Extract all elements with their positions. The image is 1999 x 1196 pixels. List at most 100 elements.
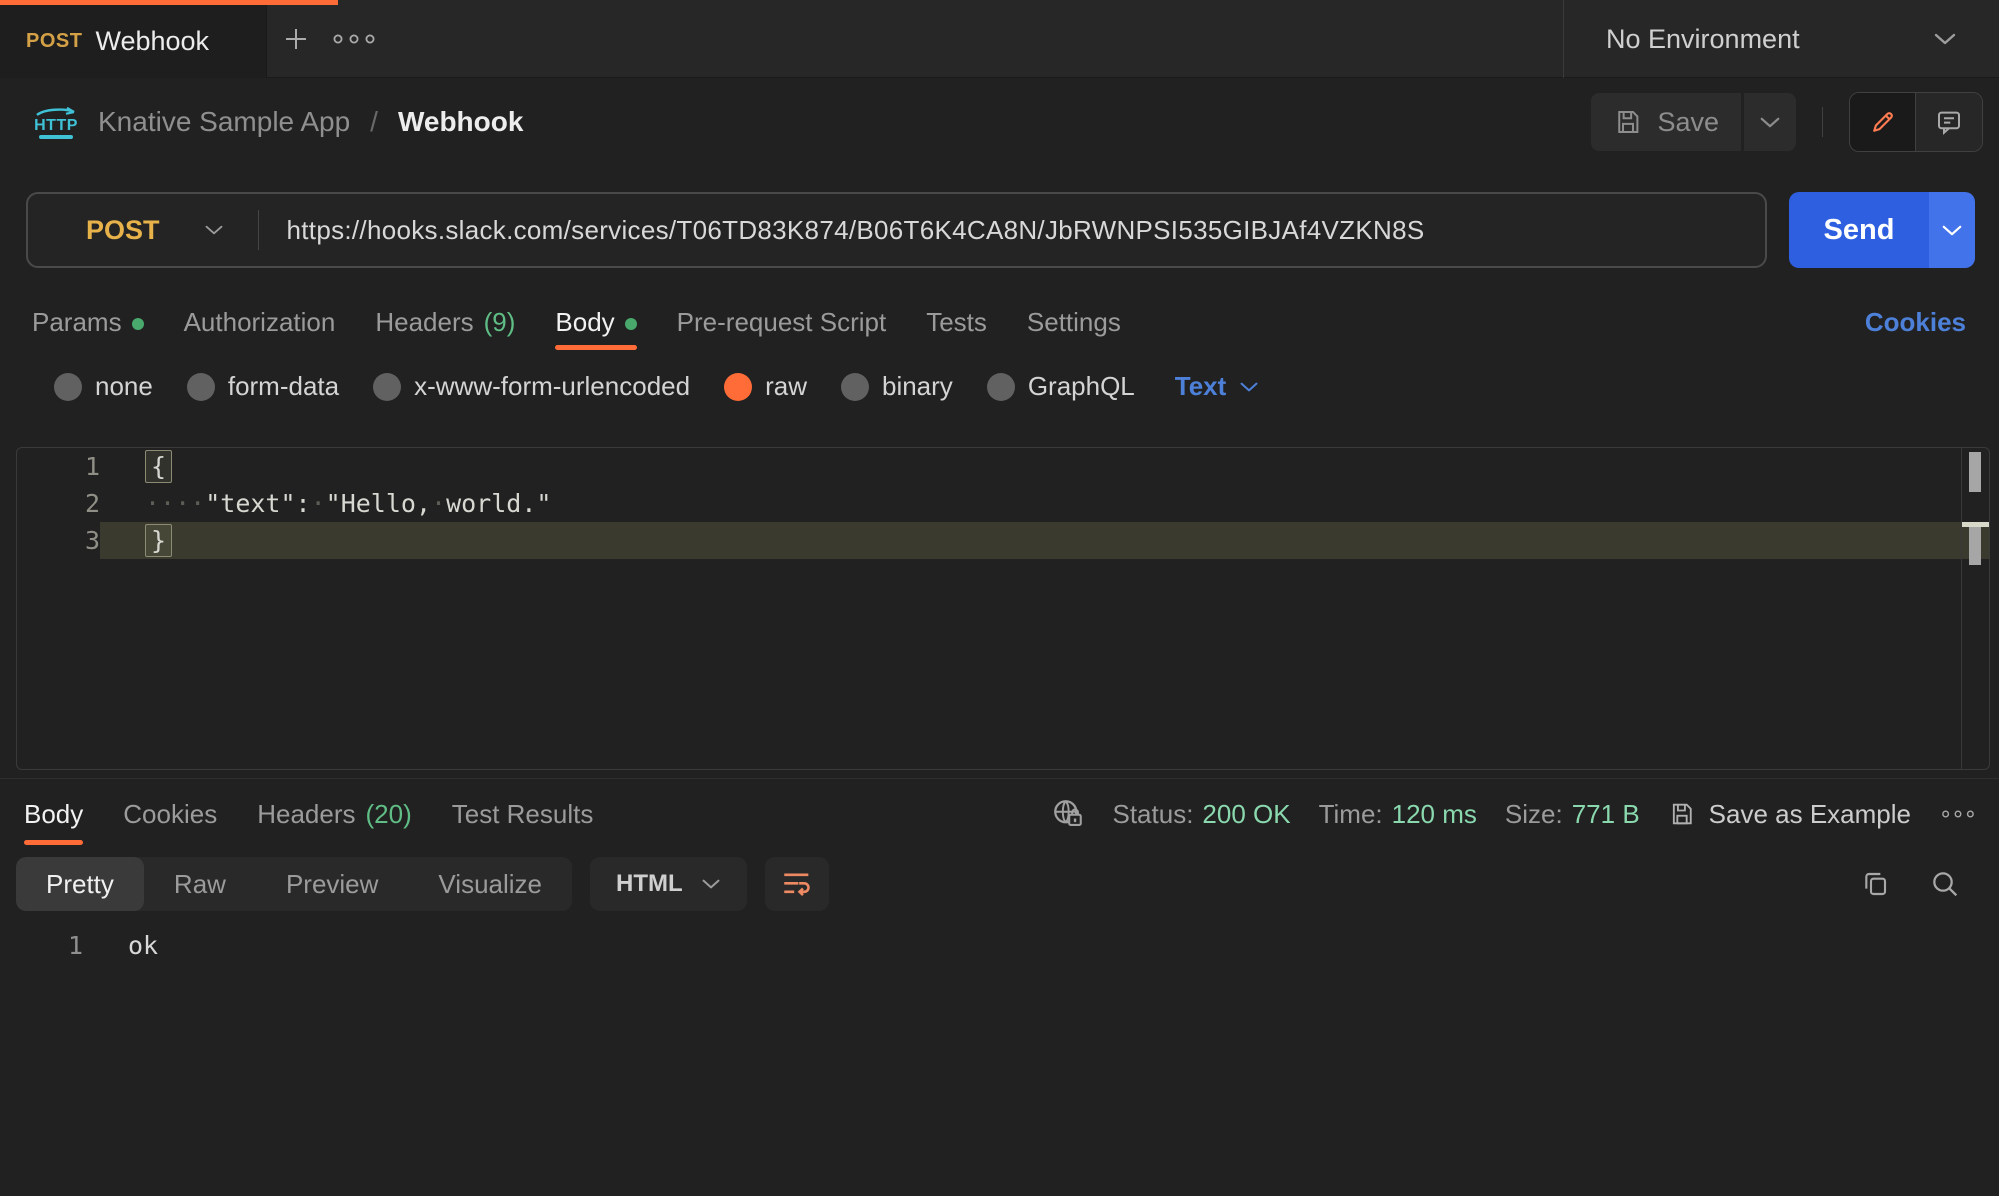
url-input[interactable]: https://hooks.slack.com/services/T06TD83… <box>259 215 1425 246</box>
editor-line: 2 "text":"Hello,world." <box>17 485 1989 522</box>
raw-language-selector[interactable]: Text <box>1175 371 1260 402</box>
save-as-example-button[interactable]: Save as Example <box>1668 799 1911 830</box>
tab-settings[interactable]: Settings <box>1027 295 1121 350</box>
cookies-link[interactable]: Cookies <box>1865 295 1966 350</box>
save-split-button: Save <box>1591 93 1796 151</box>
tab-authorization[interactable]: Authorization <box>184 295 336 350</box>
wrap-text-icon <box>780 867 814 901</box>
search-icon[interactable] <box>1929 868 1961 900</box>
edit-documentation-button[interactable] <box>1850 93 1916 151</box>
response-options-button[interactable] <box>1935 809 1981 819</box>
method-selector[interactable]: POST <box>28 215 258 246</box>
pencil-icon <box>1868 107 1898 137</box>
params-active-dot <box>132 318 144 330</box>
tab-authorization-label: Authorization <box>184 307 336 338</box>
line-number: 1 <box>17 448 100 485</box>
breadcrumb-collection[interactable]: Knative Sample App <box>98 106 350 138</box>
size-label: Size: <box>1505 799 1563 830</box>
request-body-editor[interactable]: 1 { 2 "text":"Hello,world." 3 } <box>16 447 1990 770</box>
view-pretty[interactable]: Pretty <box>16 857 144 911</box>
more-icon <box>332 33 376 45</box>
response-tab-cookies[interactable]: Cookies <box>123 779 217 849</box>
tab-body-label: Body <box>555 307 614 338</box>
view-preview[interactable]: Preview <box>256 857 408 911</box>
send-split-button: Send <box>1789 192 1975 268</box>
response-tab-headers[interactable]: Headers (20) <box>257 779 412 849</box>
view-preview-label: Preview <box>286 869 378 900</box>
view-pretty-label: Pretty <box>46 869 114 900</box>
tab-headers[interactable]: Headers (9) <box>375 295 515 350</box>
chevron-down-icon <box>1239 381 1259 393</box>
tab-pre-request-script[interactable]: Pre-request Script <box>677 295 887 350</box>
save-options-button[interactable] <box>1744 93 1796 151</box>
tab-options-button[interactable] <box>326 0 382 78</box>
response-tab-test-results[interactable]: Test Results <box>452 779 594 849</box>
mode-binary[interactable]: binary <box>841 371 953 402</box>
save-icon <box>1613 107 1643 137</box>
code-line: "text":"Hello,world." <box>100 485 1989 522</box>
pane-toggle-group <box>1849 92 1983 152</box>
radio-icon <box>187 373 215 401</box>
radio-icon <box>987 373 1015 401</box>
response-format-selector[interactable]: HTML <box>590 857 747 911</box>
code-line: } <box>100 522 1989 559</box>
send-button[interactable]: Send <box>1789 192 1929 268</box>
request-tab[interactable]: POST Webhook <box>0 0 267 78</box>
comment-icon <box>1934 107 1964 137</box>
mode-graphql[interactable]: GraphQL <box>987 371 1135 402</box>
response-tab-body-label: Body <box>24 799 83 830</box>
request-url-row: POST https://hooks.slack.com/services/T0… <box>26 192 1975 268</box>
new-tab-button[interactable] <box>268 0 324 78</box>
response-line-text: ok <box>83 927 158 965</box>
response-line: 1 ok <box>0 927 1999 965</box>
time-label: Time: <box>1319 799 1383 830</box>
tab-body[interactable]: Body <box>555 295 636 350</box>
line-number: 3 <box>17 522 100 559</box>
size-value[interactable]: 771 B <box>1572 799 1640 830</box>
send-options-button[interactable] <box>1929 192 1975 268</box>
view-visualize[interactable]: Visualize <box>408 857 572 911</box>
mode-raw-label: raw <box>765 371 807 402</box>
response-pane: Body Cookies Headers (20) Test Results S… <box>0 778 1999 1196</box>
mode-none[interactable]: none <box>54 371 153 402</box>
editor-scrollbar[interactable] <box>1961 448 1989 769</box>
wrap-lines-button[interactable] <box>765 857 829 911</box>
plus-icon <box>281 24 311 54</box>
tab-method-label: POST <box>26 30 82 53</box>
raw-language-label: Text <box>1175 371 1227 402</box>
tab-title: Webhook <box>95 26 209 57</box>
time-value[interactable]: 120 ms <box>1392 799 1477 830</box>
status-badge[interactable]: 200 OK <box>1202 799 1290 830</box>
response-header: Body Cookies Headers (20) Test Results S… <box>0 779 1999 849</box>
response-tab-body[interactable]: Body <box>24 779 83 849</box>
copy-icon[interactable] <box>1859 868 1891 900</box>
scrollbar-thumb[interactable] <box>1969 527 1981 565</box>
save-button[interactable]: Save <box>1591 93 1741 151</box>
radio-icon <box>373 373 401 401</box>
tab-tests[interactable]: Tests <box>926 295 987 350</box>
response-body[interactable]: 1 ok <box>0 927 1999 965</box>
mode-x-www-form-urlencoded[interactable]: x-www-form-urlencoded <box>373 371 690 402</box>
http-request-icon: HTTP <box>34 106 78 139</box>
response-tab-cookies-label: Cookies <box>123 799 217 830</box>
breadcrumb-separator: / <box>370 106 378 138</box>
tab-strip: POST Webhook No Environment <box>0 0 1999 78</box>
mode-binary-label: binary <box>882 371 953 402</box>
code-value: world." <box>446 489 551 518</box>
comments-button[interactable] <box>1916 93 1982 151</box>
mode-form-data[interactable]: form-data <box>187 371 339 402</box>
time-pair: Time: 120 ms <box>1319 799 1477 830</box>
line-number: 2 <box>17 485 100 522</box>
network-info-icon[interactable] <box>1050 796 1086 832</box>
code-line: { <box>100 448 1989 485</box>
response-tab-test-results-label: Test Results <box>452 799 594 830</box>
body-mode-row: none form-data x-www-form-urlencoded raw… <box>0 358 1999 415</box>
tab-params[interactable]: Params <box>32 295 144 350</box>
breadcrumb-request-name[interactable]: Webhook <box>398 106 523 138</box>
view-raw[interactable]: Raw <box>144 857 256 911</box>
mode-raw[interactable]: raw <box>724 371 807 402</box>
scrollbar-thumb[interactable] <box>1969 452 1981 492</box>
environment-selector[interactable]: No Environment <box>1563 0 1999 78</box>
save-button-label: Save <box>1657 107 1719 138</box>
status-pair: Status: 200 OK <box>1112 799 1290 830</box>
